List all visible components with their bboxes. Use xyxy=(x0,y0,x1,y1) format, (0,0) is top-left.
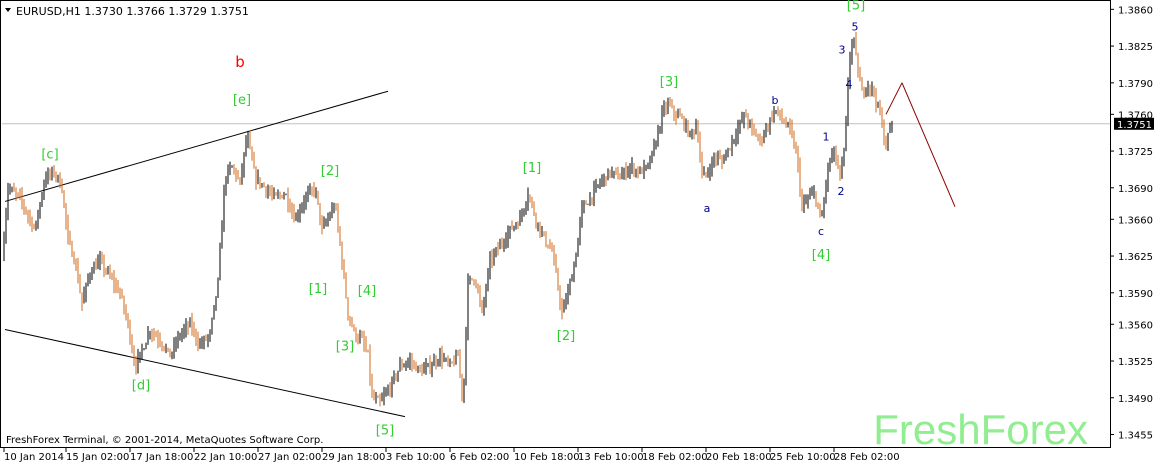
wave-label-small: 1 xyxy=(823,131,830,144)
y-tick-label: 1.3790 xyxy=(1118,79,1153,90)
chart-border xyxy=(0,0,1111,448)
y-tick-label: 1.3660 xyxy=(1118,215,1153,226)
symbol-line: EURUSD,H1 1.3730 1.3766 1.3729 1.3751 xyxy=(16,5,249,18)
wave-label-small: b xyxy=(772,94,779,107)
wave-label: [4] xyxy=(358,284,376,299)
svg-text:1.3751: 1.3751 xyxy=(1117,120,1152,131)
x-tick-label: 29 Jan 18:00 xyxy=(322,452,385,463)
wave-label-small: c xyxy=(818,225,824,238)
price-chart[interactable]: FreshForex [c] b [e] [2] [1] [4] [3] [d] [5] [1] [… xyxy=(0,0,1154,465)
x-tick-label: 27 Jan 02:00 xyxy=(258,452,321,463)
wave-label: [1] xyxy=(309,282,327,297)
x-tick-label: 6 Feb 02:00 xyxy=(450,452,509,463)
wave-label: [e] xyxy=(233,93,251,108)
wave-label: [5] xyxy=(847,0,865,13)
wave-label: b xyxy=(235,53,245,71)
x-tick-label: 20 Feb 18:00 xyxy=(706,452,772,463)
dropdown-triangle-icon[interactable] xyxy=(5,8,11,12)
x-tick-label: 25 Feb 10:00 xyxy=(770,452,836,463)
wave-label: [3] xyxy=(660,75,678,90)
wave-label: [1] xyxy=(523,161,541,176)
x-tick-label: 10 Jan 2014 xyxy=(4,452,64,463)
y-tick-label: 1.3490 xyxy=(1118,394,1153,405)
header: EURUSD,H1 1.3730 1.3766 1.3729 1.3751 xyxy=(5,5,249,18)
wave-label: [c] xyxy=(41,147,58,162)
y-tick-label: 1.3690 xyxy=(1118,184,1153,195)
wave-label: [5] xyxy=(376,424,394,439)
y-tick-label: 1.3455 xyxy=(1118,431,1153,442)
x-tick-label: 17 Jan 18:00 xyxy=(130,452,193,463)
y-tick-label: 1.3860 xyxy=(1118,5,1153,16)
x-tick-label: 13 Feb 10:00 xyxy=(578,452,644,463)
wave-label: [2] xyxy=(557,329,575,344)
y-tick-label: 1.3590 xyxy=(1118,289,1153,300)
trend-line[interactable] xyxy=(885,82,903,115)
y-tick-label: 1.3560 xyxy=(1118,320,1153,331)
wave-label-small: a xyxy=(704,202,711,215)
y-tick-label: 1.3825 xyxy=(1118,42,1153,53)
wave-label: [3] xyxy=(336,340,354,355)
x-tick-label: 3 Feb 10:00 xyxy=(386,452,445,463)
x-tick-label: 18 Feb 02:00 xyxy=(642,452,708,463)
y-tick-label: 1.3525 xyxy=(1118,357,1153,368)
wave-label-small: 5 xyxy=(852,20,859,33)
x-tick-label: 28 Feb 02:00 xyxy=(834,452,900,463)
copyright-text: FreshForex Terminal, © 2001-2014, MetaQu… xyxy=(6,435,323,446)
wave-label: [2] xyxy=(321,164,339,179)
wave-label-small: 3 xyxy=(839,43,846,56)
watermark-text: FreshForex xyxy=(873,406,1088,453)
x-tick-label: 22 Jan 10:00 xyxy=(194,452,257,463)
wave-label: [d] xyxy=(132,378,150,393)
wave-label-small: 4 xyxy=(846,78,853,91)
y-tick-label: 1.3625 xyxy=(1118,252,1153,263)
y-tick-label: 1.3725 xyxy=(1118,147,1153,158)
x-tick-label: 10 Feb 18:00 xyxy=(514,452,580,463)
current-price-marker: 1.3751 xyxy=(1114,117,1154,131)
wave-label-small: 2 xyxy=(838,185,845,198)
wave-label: [4] xyxy=(812,248,830,263)
trend-line[interactable] xyxy=(901,82,956,207)
x-tick-label: 15 Jan 02:00 xyxy=(66,452,129,463)
